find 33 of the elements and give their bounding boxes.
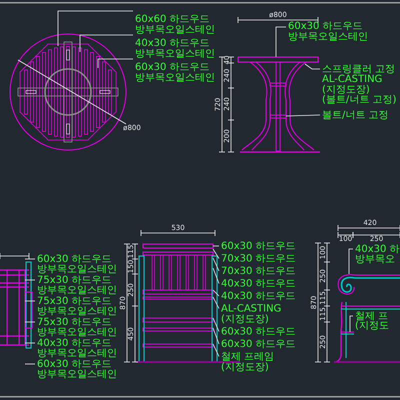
callout-label: 75x30 하드우드 방부목오일스테인: [37, 317, 117, 338]
leader-line: [348, 248, 354, 274]
leader-line: [24, 300, 36, 302]
callout-label: 75x30 하드우드 방부목오일스테인: [37, 296, 117, 317]
leader-line: [276, 26, 286, 58]
callout-label: 60x30 하드우드: [221, 339, 296, 350]
leader-line: [304, 64, 320, 70]
callout-label: 철제 프레임 (지정도장): [221, 352, 274, 373]
callout-label: 60x30 하드우드 방부목오일스테인: [37, 359, 117, 380]
callout-label: AL-CASTING (지정도장): [221, 304, 282, 325]
callout-label: 60x60 하드우드 방부목오일스테인: [135, 14, 215, 36]
callout-label: 철제 프 (지정도: [355, 311, 389, 332]
callout-label: 70x30 하드우드: [221, 254, 296, 264]
callout-label: 볼트/너트 고정: [322, 110, 389, 121]
callout-label: 스프링클러 고정 AL-CASTING (지정도장) (볼트/너트 고정): [322, 64, 396, 106]
callout-label: 60x30 하드우드: [221, 326, 296, 338]
callout-label: 40x30 하 방부목오: [355, 244, 400, 265]
callout-label: 75x30 하드우드 방부목오일스테인: [37, 275, 117, 296]
callout-label: 60x30 하드우드 방부목오일스테인: [37, 254, 117, 275]
callout-label: 60x30 하드우드 방부목오일스테인: [135, 62, 215, 84]
leader-line: [24, 342, 36, 344]
callout-label: 40x30 하드우드 방부목오일스테인: [37, 338, 117, 359]
callout-label: 40x30 하드우드: [221, 291, 296, 302]
callout-label: 40x30 하드우드: [221, 278, 296, 290]
callout-label: 60x30 하드우드: [221, 241, 296, 252]
callout-label: 60x30 하드우드 방부목오일스테인: [288, 21, 368, 42]
callout-label: 40x30 하드우드 방부목오일스테인: [135, 38, 215, 60]
dimension-line: [0, 252, 30, 260]
leader-line: [24, 258, 36, 260]
callout-label: 70x30 하드우드: [221, 266, 296, 277]
leader-line: [350, 316, 354, 332]
leader-line: [98, 58, 134, 68]
leader-line: [286, 114, 320, 116]
